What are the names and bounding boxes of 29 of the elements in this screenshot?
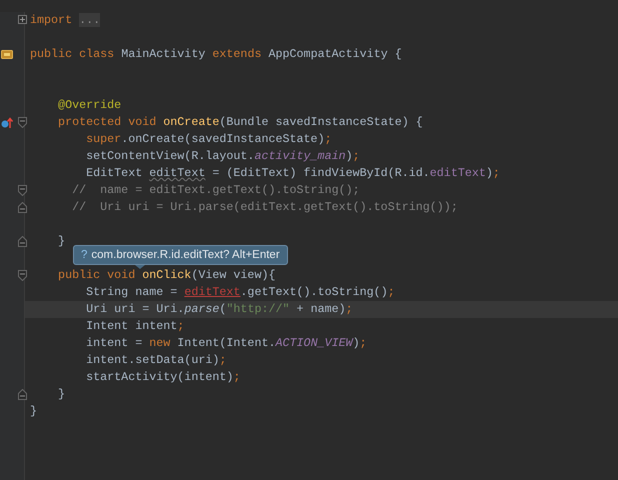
code-line: intent = new Intent(Intent.ACTION_VIEW);	[85, 335, 368, 352]
fold-marker-icon[interactable]	[18, 185, 27, 196]
fold-marker-icon[interactable]	[18, 236, 27, 247]
code-line: super.onCreate(savedInstanceState);	[85, 131, 333, 148]
code-line: String name = editText.getText().toString();	[85, 284, 396, 301]
code-line: public void onClick(View view){	[57, 267, 276, 284]
fold-marker-icon[interactable]	[18, 270, 27, 281]
code-line: }	[29, 403, 38, 420]
code-line: EditText editText = (EditText) findViewById(R.id.editText);	[85, 165, 501, 182]
code-line: // Uri uri = Uri.parse(editText.getText().toString());	[71, 199, 459, 216]
code-line: setContentView(R.layout.activity_main);	[85, 148, 361, 165]
code-line: protected void onCreate(Bundle savedInstanceState) {	[57, 114, 424, 131]
fold-marker-icon[interactable]	[18, 389, 27, 400]
class-icon	[1, 49, 13, 60]
code-line: intent.setData(uri);	[85, 352, 228, 369]
code-line: // name = editText.getText().toString();	[71, 182, 361, 199]
code-line: }	[57, 386, 66, 403]
quick-fix-tooltip[interactable]: ? com.browser.R.id.editText? Alt+Enter	[73, 245, 288, 265]
code-line: import ...	[29, 12, 102, 29]
fold-expand-icon[interactable]	[18, 15, 27, 24]
code-line: public class MainActivity extends AppCompatActivity {	[29, 46, 403, 63]
tooltip-pointer-icon	[135, 265, 145, 269]
override-icon	[1, 117, 13, 129]
code-line: startActivity(intent);	[85, 369, 242, 386]
code-line: Intent intent;	[85, 318, 186, 335]
fold-marker-icon[interactable]	[18, 202, 27, 213]
code-line: @Override	[57, 97, 122, 114]
code-line: }	[57, 233, 66, 250]
fold-marker-icon[interactable]	[18, 117, 27, 128]
